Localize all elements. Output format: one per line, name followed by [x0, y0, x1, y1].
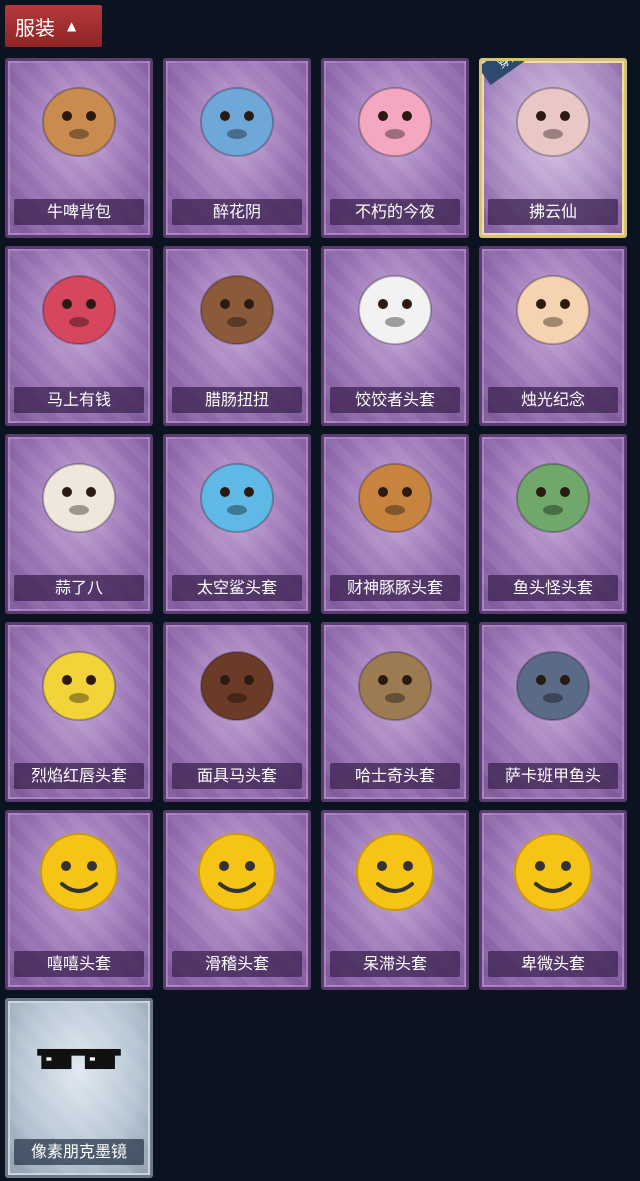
- item-card[interactable]: 醉花阴: [163, 58, 311, 238]
- item-label: 马上有钱: [14, 387, 144, 413]
- horse-mask-icon: [191, 637, 283, 729]
- item-label: 财神豚豚头套: [330, 575, 460, 601]
- item-card[interactable]: 卑微头套: [479, 810, 627, 990]
- item-label: 牛啤背包: [14, 199, 144, 225]
- pixel-sunglasses-icon: [33, 1013, 125, 1105]
- item-label: 呆滞头套: [330, 951, 460, 977]
- item-card[interactable]: 鱼头怪头套: [479, 434, 627, 614]
- item-card[interactable]: 穿戴 拂云仙: [479, 58, 627, 238]
- item-label: 哈士奇头套: [330, 763, 460, 789]
- red-horse-head-icon: [33, 261, 125, 353]
- space-shark-head-icon: [191, 449, 283, 541]
- cow-beer-backpack-icon: [33, 73, 125, 165]
- garlic-head-icon: [33, 449, 125, 541]
- flower-charm-icon: [191, 73, 283, 165]
- item-label: 烛光纪念: [488, 387, 618, 413]
- item-card[interactable]: 哈士奇头套: [321, 622, 469, 802]
- item-card[interactable]: 滑稽头套: [163, 810, 311, 990]
- dachshund-head-icon: [191, 261, 283, 353]
- capybara-god-head-icon: [349, 449, 441, 541]
- item-card[interactable]: 蒜了八: [5, 434, 153, 614]
- candle-head-icon: [507, 261, 599, 353]
- item-label: 鱼头怪头套: [488, 575, 618, 601]
- chevron-up-icon: ▲: [67, 19, 77, 33]
- item-label: 拂云仙: [488, 199, 618, 225]
- item-card[interactable]: 萨卡班甲鱼头: [479, 622, 627, 802]
- item-label: 滑稽头套: [172, 951, 302, 977]
- item-label: 腊肠扭扭: [172, 387, 302, 413]
- item-label: 太空鲨头套: [172, 575, 302, 601]
- funny-emoji-icon: [191, 825, 283, 917]
- husky-sunglasses-icon: [349, 637, 441, 729]
- section-title: 服装: [15, 15, 55, 40]
- pink-cat-bowl-icon: [349, 73, 441, 165]
- item-label: 面具马头套: [172, 763, 302, 789]
- grin-emoji-icon: [33, 825, 125, 917]
- item-label: 饺饺者头套: [330, 387, 460, 413]
- meek-emoji-icon: [507, 825, 599, 917]
- item-card[interactable]: 面具马头套: [163, 622, 311, 802]
- fish-head-icon: [507, 637, 599, 729]
- item-label: 醉花阴: [172, 199, 302, 225]
- item-card[interactable]: 财神豚豚头套: [321, 434, 469, 614]
- item-label: 卑微头套: [488, 951, 618, 977]
- section-tab-outfit[interactable]: 服装 ▲: [5, 5, 102, 47]
- item-label: 蒜了八: [14, 575, 144, 601]
- item-label: 嘻嘻头套: [14, 951, 144, 977]
- item-card[interactable]: 太空鲨头套: [163, 434, 311, 614]
- item-card[interactable]: 不朽的今夜: [321, 58, 469, 238]
- item-label: 像素朋克墨镜: [14, 1139, 144, 1165]
- item-label: 萨卡班甲鱼头: [488, 763, 618, 789]
- item-label: 不朽的今夜: [330, 199, 460, 225]
- pikachu-mask-icon: [33, 637, 125, 729]
- item-card[interactable]: 嘻嘻头套: [5, 810, 153, 990]
- item-card[interactable]: 马上有钱: [5, 246, 153, 426]
- item-card[interactable]: 烛光纪念: [479, 246, 627, 426]
- item-card[interactable]: 饺饺者头套: [321, 246, 469, 426]
- blank-stare-emoji-icon: [349, 825, 441, 917]
- item-card[interactable]: 像素朋克墨镜: [5, 998, 153, 1178]
- item-card[interactable]: 烈焰红唇头套: [5, 622, 153, 802]
- item-card[interactable]: 牛啤背包: [5, 58, 153, 238]
- item-card[interactable]: 呆滞头套: [321, 810, 469, 990]
- dumpling-head-icon: [349, 261, 441, 353]
- item-label: 烈焰红唇头套: [14, 763, 144, 789]
- item-card[interactable]: 腊肠扭扭: [163, 246, 311, 426]
- fish-monster-head-icon: [507, 449, 599, 541]
- cloud-fairy-pendant-icon: [507, 73, 599, 165]
